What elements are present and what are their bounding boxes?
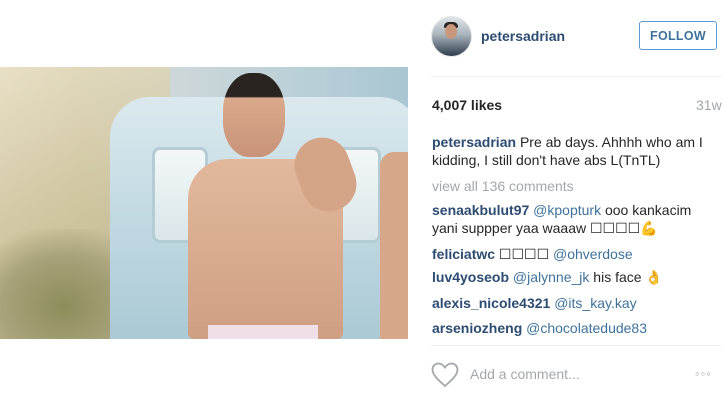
add-comment-input[interactable]: Add a comment... — [470, 366, 580, 382]
comment-text: his face 👌 — [589, 269, 663, 285]
comment-mention[interactable]: @its_kay.kay — [554, 295, 636, 311]
photo-second-person — [380, 152, 408, 339]
post-photo[interactable] — [0, 67, 408, 339]
comment-text: ☐☐☐☐ — [498, 246, 554, 262]
comment-username[interactable]: senaakbulut97 — [432, 202, 529, 218]
divider — [431, 345, 721, 346]
comment-mention[interactable]: @kpopturk — [533, 202, 601, 218]
person-shorts — [208, 325, 318, 339]
comment-username[interactable]: luv4yoseob — [432, 269, 509, 285]
comment-item: luv4yoseob @jalynne_jk his face 👌 — [432, 268, 717, 286]
comment-mention[interactable]: @chocolatedude83 — [526, 320, 647, 336]
avatar-face — [445, 24, 457, 39]
post-caption: petersadrian Pre ab days. Ahhhh who am I… — [432, 133, 717, 169]
divider — [431, 76, 721, 77]
person-head — [223, 73, 285, 157]
comment-username[interactable]: alexis_nicole4321 — [432, 295, 550, 311]
view-all-comments-link[interactable]: view all 136 comments — [432, 178, 574, 194]
comment-bar: Add a comment... ◦◦◦ — [431, 360, 721, 390]
comment-username[interactable]: arseniozheng — [432, 320, 522, 336]
comment-item: feliciatwc ☐☐☐☐ @ohverdose — [432, 245, 717, 263]
follow-button[interactable]: FOLLOW — [639, 21, 717, 50]
comment-item: senaakbulut97 @kpopturk ooo kankacim yan… — [432, 201, 717, 237]
photo-person — [178, 67, 365, 339]
comment-item: arseniozheng @chocolatedude83 — [432, 319, 717, 337]
comment-mention[interactable]: @jalynne_jk — [513, 269, 589, 285]
comment-username[interactable]: feliciatwc — [432, 246, 495, 262]
more-options-icon[interactable]: ◦◦◦ — [695, 366, 712, 381]
comment-mention[interactable]: @ohverdose — [553, 246, 633, 262]
likes-count[interactable]: 4,007 likes — [432, 97, 502, 113]
avatar[interactable] — [431, 16, 472, 57]
comment-item: alexis_nicole4321 @its_kay.kay — [432, 294, 717, 312]
post-age[interactable]: 31w — [696, 97, 722, 113]
caption-username[interactable]: petersadrian — [432, 134, 516, 150]
heart-outline-icon[interactable] — [431, 362, 459, 388]
post-header: petersadrian FOLLOW — [431, 16, 721, 57]
header-username[interactable]: petersadrian — [481, 28, 565, 44]
